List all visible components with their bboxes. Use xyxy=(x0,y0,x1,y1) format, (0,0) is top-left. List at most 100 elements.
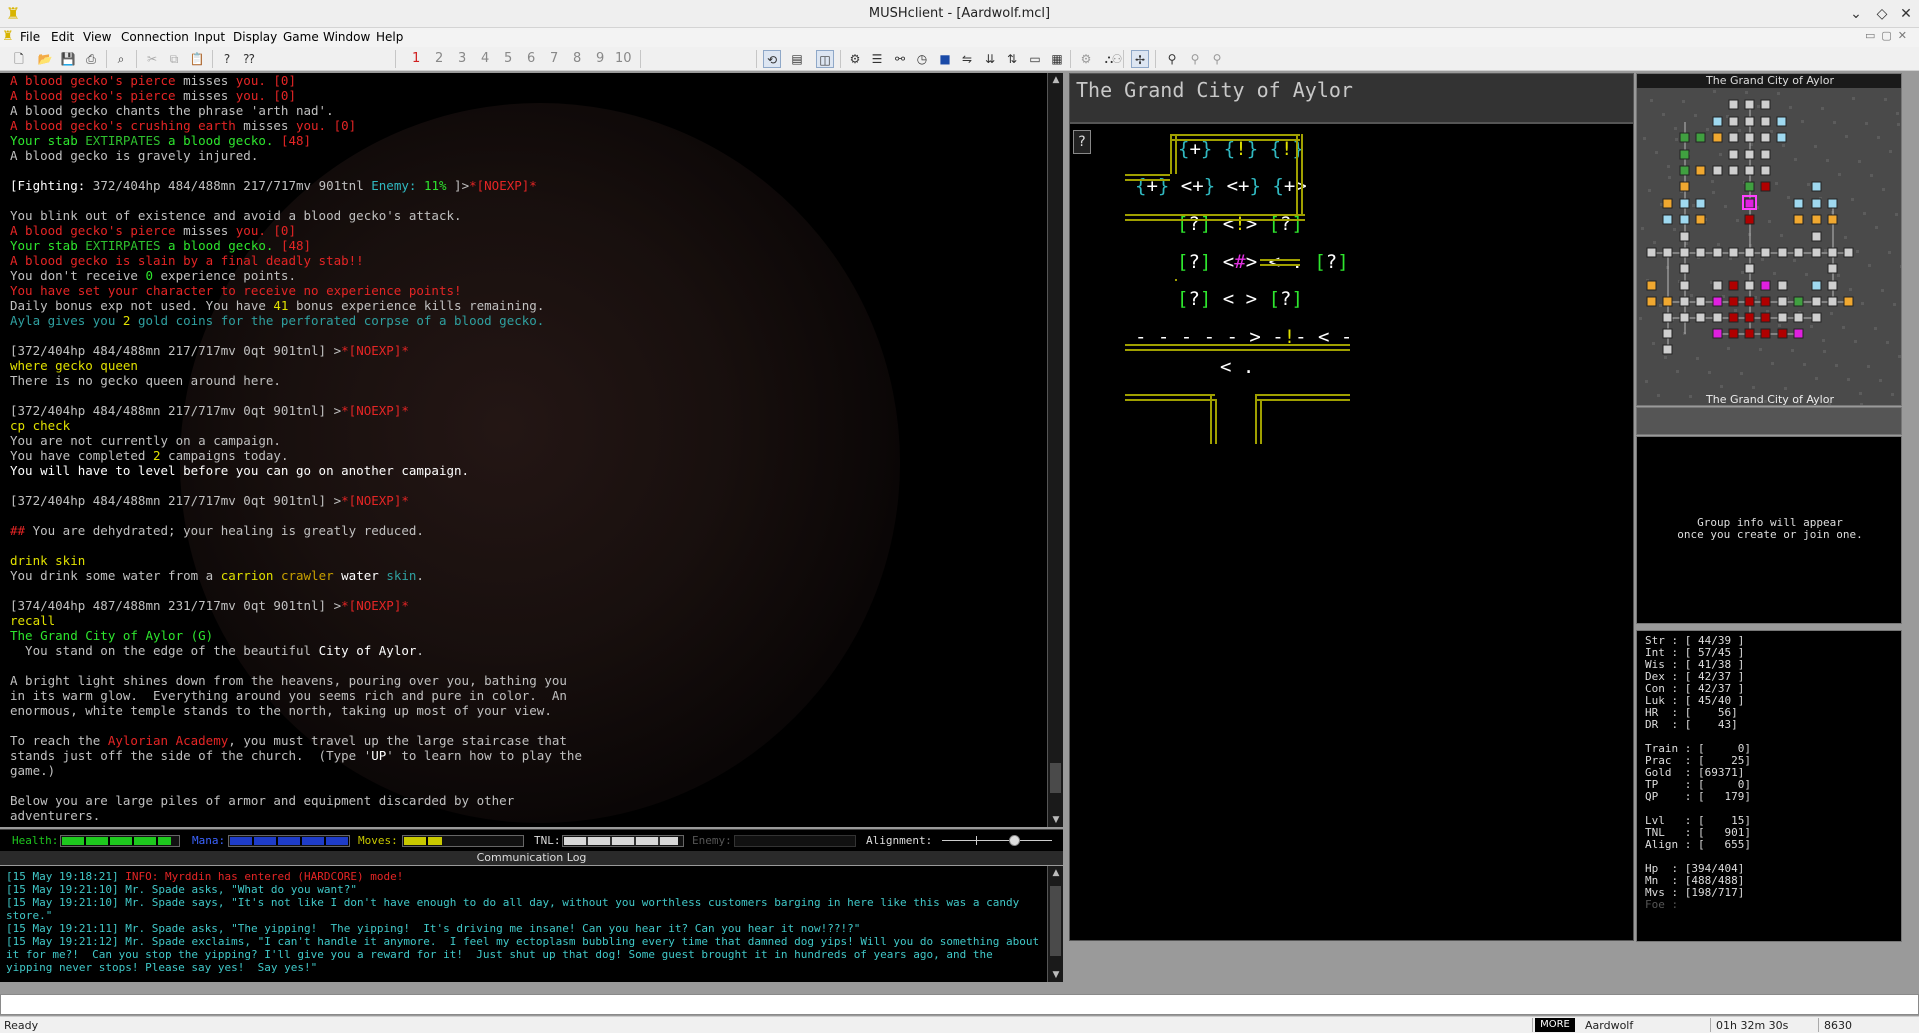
scroll-thumb[interactable] xyxy=(1050,886,1061,956)
minimap-texture xyxy=(1856,250,1859,253)
output-line: To reach the Aylorian Academy, you must … xyxy=(10,733,1040,748)
scroll-icon[interactable]: ⇅ xyxy=(1003,50,1021,68)
world-tab-1[interactable]: 1 xyxy=(412,51,420,66)
notepad-icon[interactable]: ▤ xyxy=(788,50,806,68)
chat-icon[interactable]: ⚇ xyxy=(1108,50,1126,68)
close-icon[interactable]: ✕ xyxy=(1896,4,1916,24)
open-world-icon[interactable]: 📂 xyxy=(36,50,54,68)
document-icon[interactable]: ♜ xyxy=(2,29,14,44)
scroll-thumb[interactable] xyxy=(1050,763,1061,793)
output-scrollbar[interactable]: ▲ ▼ xyxy=(1047,73,1063,827)
menu-edit[interactable]: Edit xyxy=(51,30,74,44)
triggers-icon[interactable]: ☰ xyxy=(868,50,886,68)
minimap-texture xyxy=(1895,213,1898,216)
text-segment: Aylorian Academy xyxy=(107,733,229,748)
minimize-icon[interactable]: ⌄ xyxy=(1846,4,1866,24)
text-segment: skin xyxy=(386,568,417,583)
minimap-room xyxy=(1679,198,1690,209)
cut-icon[interactable]: ✂ xyxy=(143,50,161,68)
find-icon[interactable]: ⚲ xyxy=(1163,50,1181,68)
world-tab-5[interactable]: 5 xyxy=(504,51,512,66)
comm-log-output[interactable]: [15 May 19:18:21] INFO: Myrddin has ente… xyxy=(0,866,1047,982)
text-segment: [48] xyxy=(280,133,312,148)
window-icon[interactable]: ▭ xyxy=(1026,50,1044,68)
copy-icon[interactable]: ⧉ xyxy=(165,50,183,68)
highlight-icon[interactable]: ✢ xyxy=(1131,50,1149,68)
map-wall xyxy=(1170,134,1300,136)
context-help-icon[interactable]: ⁇ xyxy=(240,50,258,68)
map-wall xyxy=(1255,394,1350,396)
world-tab-10[interactable]: 10 xyxy=(615,51,632,66)
minimap-room xyxy=(1662,214,1673,225)
world-tab-9[interactable]: 9 xyxy=(596,51,604,66)
world-tab-6[interactable]: 6 xyxy=(527,51,535,66)
minimap-room xyxy=(1646,280,1657,291)
minimap-room xyxy=(1695,214,1706,225)
map-glyph: ] xyxy=(1199,288,1223,310)
scroll-down-icon[interactable]: ▼ xyxy=(1048,813,1064,827)
map-glyph: ? xyxy=(1188,213,1200,235)
menu-window[interactable]: Window xyxy=(323,30,370,44)
text-segment: A blood gecko's pierce xyxy=(10,223,184,238)
menu-help[interactable]: Help xyxy=(376,30,403,44)
mdi-window-controls[interactable]: ▭▢✕ xyxy=(1865,29,1913,42)
new-world-icon[interactable]: 🗋 xyxy=(10,50,28,68)
minimap-room xyxy=(1679,296,1690,307)
world-properties-icon[interactable]: ⚙ xyxy=(846,50,864,68)
plugin-icon[interactable]: ⚙ xyxy=(1077,50,1095,68)
minimap-title: The Grand City of Aylor xyxy=(1637,74,1901,88)
text-segment: [15 May 19:21:11] xyxy=(6,922,126,935)
main-output-window[interactable]: A blood gecko's pierce misses you. [0] A … xyxy=(0,73,1047,827)
help-icon[interactable]: ? xyxy=(218,50,236,68)
map-wall xyxy=(1125,174,1170,176)
minimap-texture xyxy=(1823,350,1826,353)
minimap-room xyxy=(1744,132,1755,143)
map-wall xyxy=(1255,399,1350,401)
text-segment: water xyxy=(341,568,387,583)
minimap-texture xyxy=(1801,120,1804,123)
world-tab-2[interactable]: 2 xyxy=(435,51,443,66)
print-icon[interactable]: ⎙ xyxy=(82,50,100,68)
menu-display[interactable]: Display xyxy=(233,30,277,44)
minimap-texture xyxy=(1652,342,1655,345)
save-world-icon[interactable]: 💾 xyxy=(59,50,77,68)
reconnect-icon[interactable]: ⟲ xyxy=(763,50,781,68)
comm-log-scrollbar[interactable]: ▲ ▼ xyxy=(1047,866,1063,982)
scroll-up-icon[interactable]: ▲ xyxy=(1048,866,1064,880)
table-icon[interactable]: ▦ xyxy=(1048,50,1066,68)
minimap-texture xyxy=(1851,198,1854,201)
world-tab-3[interactable]: 3 xyxy=(458,51,466,66)
find-next-icon[interactable]: ⚲ xyxy=(1186,50,1204,68)
scroll-up-icon[interactable]: ▲ xyxy=(1048,73,1064,87)
world-tab-8[interactable]: 8 xyxy=(573,51,581,66)
log-icon[interactable]: ⇊ xyxy=(981,50,999,68)
output-line: A blood gecko's crushing earth misses yo… xyxy=(10,118,1040,133)
menu-connection[interactable]: Connection xyxy=(121,30,189,44)
minimap-texture xyxy=(1787,196,1790,199)
restore-icon[interactable]: ◇ xyxy=(1872,4,1892,24)
comm-log-line: [15 May 19:21:10] Mr. Spade says, "It's … xyxy=(6,896,1041,922)
command-input[interactable] xyxy=(0,994,1919,1015)
world-tab-7[interactable]: 7 xyxy=(550,51,558,66)
immediate-icon[interactable]: ■ xyxy=(936,50,954,68)
menu-bar: ♜ File Edit View Connection Input Displa… xyxy=(0,28,1919,47)
mapper-icon[interactable]: ⇋ xyxy=(958,50,976,68)
map-help-button[interactable]: ? xyxy=(1073,130,1091,154)
map-glyph: < xyxy=(1180,175,1193,197)
text-segment: 2 xyxy=(153,448,161,463)
find-prev-icon[interactable]: ⚲ xyxy=(1208,50,1226,68)
paste-icon[interactable]: 📋 xyxy=(188,50,206,68)
menu-game[interactable]: Game xyxy=(283,30,319,44)
menu-file[interactable]: File xyxy=(20,30,40,44)
menu-view[interactable]: View xyxy=(83,30,111,44)
aliases-icon[interactable]: ⚯ xyxy=(891,50,909,68)
timers-icon[interactable]: ◷ xyxy=(913,50,931,68)
menu-input[interactable]: Input xyxy=(194,30,225,44)
minimap-texture xyxy=(1782,144,1785,147)
print-preview-icon[interactable]: ⌕ xyxy=(112,50,130,68)
scroll-down-icon[interactable]: ▼ xyxy=(1048,968,1064,982)
minimap-window[interactable]: The Grand City of Aylor The Grand City o… xyxy=(1636,73,1902,406)
pause-output-icon[interactable]: ◫ xyxy=(816,50,834,68)
world-tab-4[interactable]: 4 xyxy=(481,51,489,66)
minimap-room xyxy=(1712,165,1723,176)
